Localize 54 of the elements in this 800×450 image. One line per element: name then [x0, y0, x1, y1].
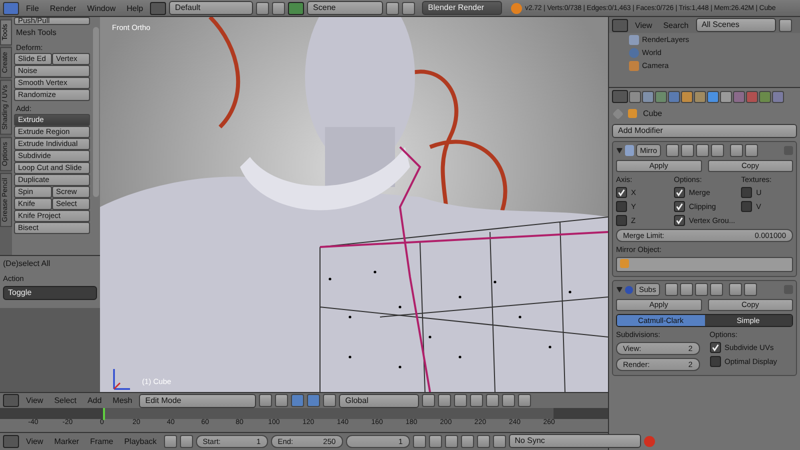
object-name: Cube — [643, 109, 662, 118]
action-dropdown[interactable]: Toggle — [3, 286, 97, 300]
menu-item[interactable]: Frame — [86, 436, 118, 446]
property-tab-icon[interactable] — [720, 90, 732, 102]
menu-item[interactable]: Render — [46, 4, 80, 12]
menu-item[interactable]: View — [22, 436, 48, 446]
add-modifier-dropdown[interactable]: Add Modifier — [612, 124, 797, 138]
scrollbar-thumb[interactable] — [93, 27, 99, 197]
property-tab-icon[interactable] — [772, 90, 784, 102]
property-tab-icon[interactable] — [759, 90, 771, 102]
property-tab-icon[interactable] — [707, 90, 719, 102]
scene-filter-dropdown[interactable]: All Scenes — [696, 18, 776, 32]
playhead[interactable] — [103, 408, 106, 420]
checkbox[interactable] — [674, 186, 685, 198]
logo-icon — [511, 2, 522, 14]
collapse-icon[interactable] — [616, 286, 623, 292]
property-tab-icon[interactable] — [668, 90, 680, 102]
menu-item[interactable]: Select — [50, 396, 80, 406]
property-tab-icon[interactable] — [655, 90, 667, 102]
property-tab-icon[interactable] — [681, 90, 693, 102]
checkbox[interactable] — [616, 214, 627, 226]
menu-item[interactable]: Marker — [50, 436, 84, 446]
render-engine-dropdown[interactable]: Blender Render — [422, 1, 502, 15]
panel-title[interactable]: Mesh Tools — [14, 25, 90, 40]
modifier-icon — [625, 145, 634, 156]
screen-layout-field[interactable]: Default — [169, 1, 254, 15]
sync-dropdown[interactable]: No Sync — [508, 434, 641, 448]
checkbox[interactable] — [710, 356, 720, 366]
operator-panel-title[interactable]: (De)select All — [3, 259, 97, 268]
collapse-icon[interactable] — [616, 148, 623, 154]
property-tab-icon[interactable] — [694, 90, 706, 102]
property-tab-icon[interactable] — [733, 90, 745, 102]
checkbox[interactable] — [710, 342, 720, 352]
checkbox[interactable] — [674, 214, 685, 226]
menu-item[interactable]: Playback — [120, 436, 161, 446]
scene-field[interactable]: Scene — [307, 1, 384, 15]
mirror-object-field[interactable] — [616, 257, 793, 272]
checkbox[interactable] — [741, 200, 752, 212]
checkbox[interactable] — [616, 186, 627, 198]
checkbox[interactable] — [741, 186, 752, 198]
mode-dropdown[interactable]: Edit Mode — [139, 394, 256, 408]
menu-item[interactable]: Window — [83, 4, 120, 12]
property-tab-icon[interactable] — [629, 90, 641, 102]
menu-item[interactable]: Help — [122, 4, 148, 12]
menu-item[interactable]: Mesh — [108, 396, 136, 406]
checkbox[interactable] — [616, 200, 627, 212]
checkbox[interactable] — [674, 200, 685, 212]
orientation-dropdown[interactable]: Global — [339, 394, 420, 408]
modifier-icon — [625, 286, 633, 294]
menu-item[interactable]: Add — [83, 396, 106, 406]
menu-item[interactable]: View — [22, 396, 48, 406]
axis-icon — [113, 368, 131, 390]
menu-item[interactable]: File — [22, 4, 43, 12]
property-tab-icon[interactable] — [642, 90, 654, 102]
